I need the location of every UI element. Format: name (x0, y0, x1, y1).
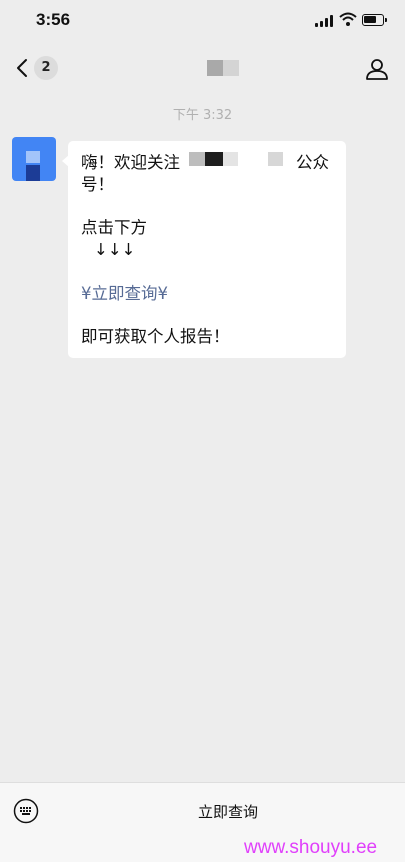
menu-item-query[interactable]: 立即查询 (130, 801, 326, 822)
wifi-icon (339, 12, 357, 26)
message-bubble: 嗨！欢迎关注 公众 号！ 点击下方 ↓↓↓ ¥立即查询¥ 即可获取个人报告！ (62, 141, 346, 358)
back-button[interactable]: 2 (10, 54, 62, 82)
bottom-menu-bar: 立即查询 www.shouyu.ee (0, 782, 405, 862)
message-line-1: 嗨！欢迎关注 (81, 153, 180, 172)
nav-bar: 2 (0, 44, 405, 92)
official-account-avatar[interactable] (12, 137, 56, 181)
battery-icon (362, 14, 387, 26)
chat-title-redacted (207, 60, 239, 76)
watermark: www.shouyu.ee (244, 837, 378, 858)
message-line-3: 点击下方 (81, 218, 147, 237)
message-timestamp: 下午 3:32 (172, 108, 233, 123)
status-bar: 3:56 (0, 0, 405, 42)
profile-icon[interactable] (364, 56, 390, 82)
message-line-6: 即可获取个人报告！ (81, 327, 230, 346)
keyboard-icon[interactable] (13, 798, 39, 824)
message-line-2: 号！ (81, 175, 114, 194)
cellular-signal-icon (315, 15, 333, 27)
query-link[interactable]: ¥立即查询¥ (81, 283, 168, 305)
chevron-left-icon (17, 59, 27, 77)
status-time: 3:56 (36, 10, 71, 29)
message-line-1-end: 公众 (296, 153, 329, 172)
unread-count-badge: 2 (34, 56, 58, 80)
arrows-down: ↓↓↓ (94, 240, 136, 259)
